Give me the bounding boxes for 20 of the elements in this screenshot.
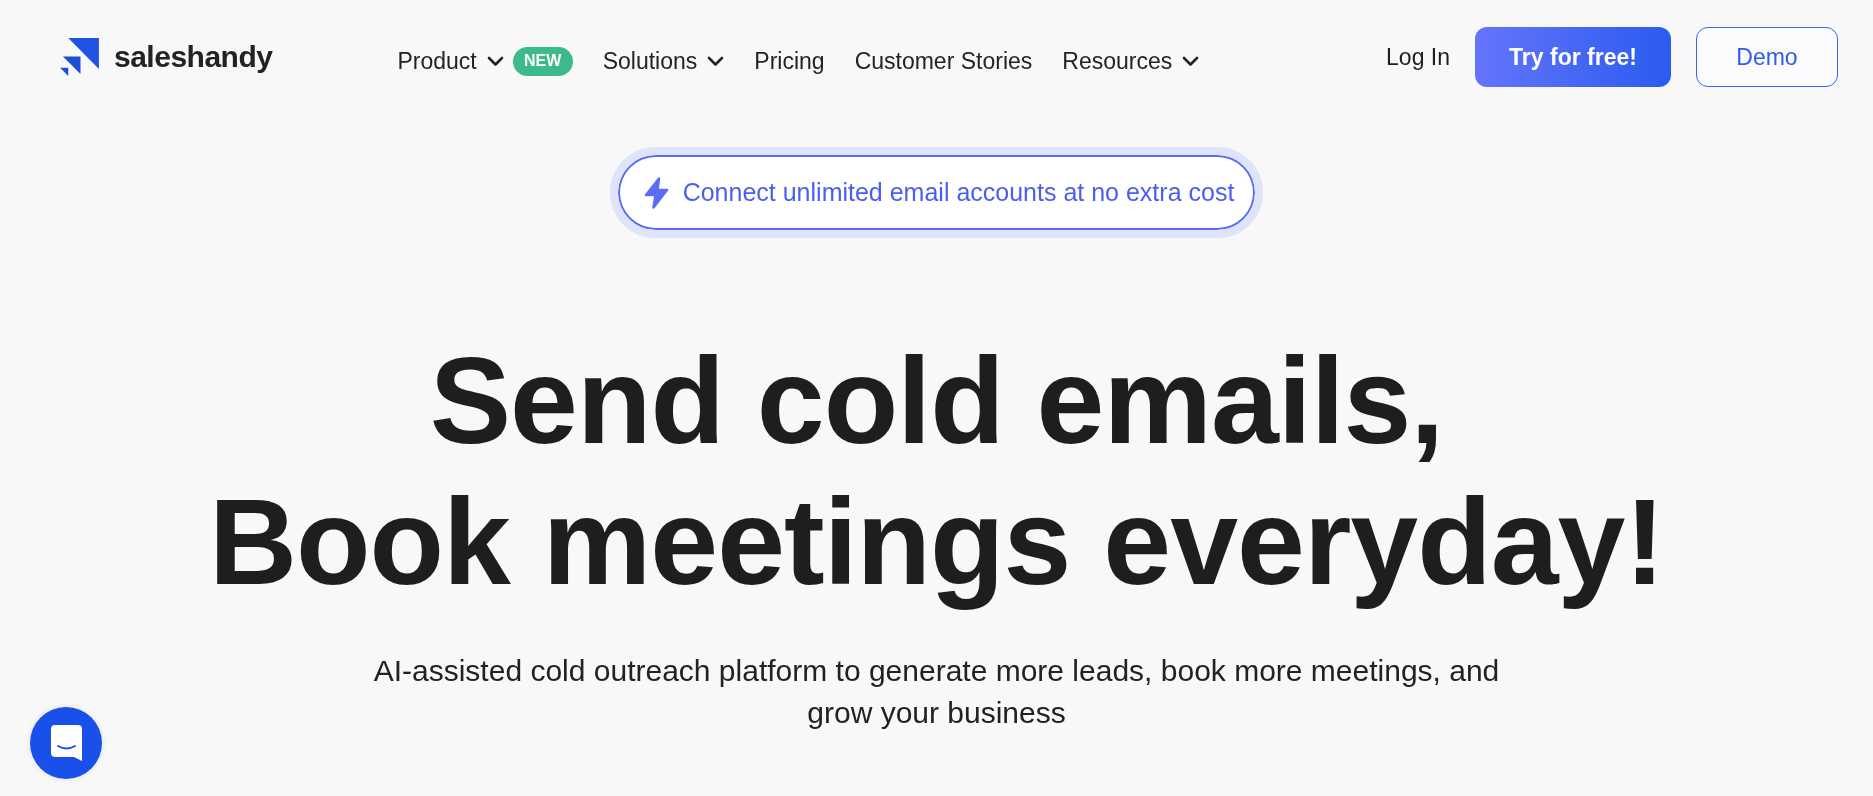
logo-icon — [60, 38, 99, 76]
nav-link[interactable]: Customer Stories — [854, 47, 1033, 75]
login-link[interactable]: Log In — [1386, 43, 1450, 71]
hero-subtitle: AI-assisted cold outreach platform to generate more leads, book more meetings, and grow your business — [372, 653, 1501, 731]
new-badge: NEW — [512, 46, 573, 76]
nav-link[interactable]: Pricing — [754, 47, 825, 75]
logo-wordmark: saleshandy — [114, 42, 273, 72]
announcement-link[interactable]: Connect unlimited email accounts at no extra cost — [609, 147, 1264, 238]
nav-link[interactable]: Product — [397, 47, 504, 75]
chat-bubble-icon — [50, 725, 82, 761]
try-free-button[interactable]: Try for free! — [1475, 27, 1671, 87]
chat-button[interactable] — [30, 707, 102, 779]
hero-headline: Send cold emails, Book meetings everyday! — [208, 332, 1665, 612]
demo-button[interactable]: Demo — [1696, 27, 1838, 87]
chevron-down-icon — [486, 55, 504, 67]
chevron-down-icon — [707, 55, 725, 67]
nav-link[interactable]: Solutions — [602, 47, 725, 75]
chevron-down-icon — [1182, 55, 1200, 67]
lightning-icon — [643, 176, 669, 209]
nav-link[interactable]: Resources — [1062, 47, 1200, 75]
